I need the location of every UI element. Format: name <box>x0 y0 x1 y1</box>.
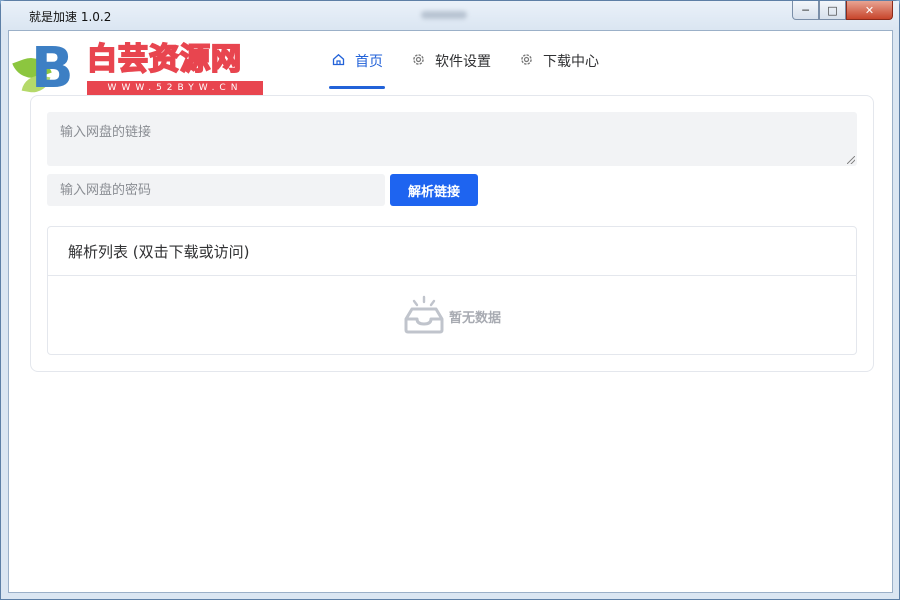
logo-text: 白芸资源网 <box>86 42 242 78</box>
client-area: B 白芸资源网 WWW.52BYW.CN 首页 软件设置 下载中心 输入网盘的链… <box>8 30 893 593</box>
parse-link-button[interactable]: 解析链接 <box>390 174 478 206</box>
home-card: 解析链接 解析列表 (双击下载或访问) <box>30 95 874 372</box>
resize-grip-icon[interactable] <box>847 156 855 164</box>
empty-inbox-icon <box>403 295 445 335</box>
tab-home[interactable]: 首页 <box>329 45 385 89</box>
parse-list-panel: 解析列表 (双击下载或访问) 暂无数据 <box>47 226 857 355</box>
minimize-button[interactable]: ─ <box>792 1 819 20</box>
gear-icon <box>519 53 533 69</box>
window-controls: ─ □ ✕ <box>792 1 893 20</box>
parse-list-title: 解析列表 (双击下载或访问) <box>48 227 856 276</box>
tab-download-center[interactable]: 下载中心 <box>517 45 601 77</box>
password-input[interactable] <box>47 174 385 206</box>
link-input[interactable] <box>47 112 857 166</box>
tab-settings-label: 软件设置 <box>435 54 491 70</box>
title-bar[interactable]: 就是加速 1.0.2 ─ □ ✕ <box>1 1 899 29</box>
logo-url: WWW.52BYW.CN <box>87 81 263 95</box>
logo-letter: B <box>31 36 74 101</box>
tab-home-label: 首页 <box>355 54 383 70</box>
maximize-button[interactable]: □ <box>819 1 846 20</box>
blurred-title-region <box>421 11 467 19</box>
empty-state: 暂无数据 <box>48 277 856 355</box>
home-icon <box>331 53 345 69</box>
window-resize-icon[interactable] <box>893 593 899 599</box>
empty-state-text: 暂无数据 <box>448 310 501 326</box>
tab-download-center-label: 下载中心 <box>543 54 599 70</box>
app-window: 就是加速 1.0.2 ─ □ ✕ B 白芸资源网 WWW.52BYW.CN 首页 <box>0 0 900 600</box>
tab-settings[interactable]: 软件设置 <box>409 45 493 77</box>
window-title: 就是加速 1.0.2 <box>29 10 112 24</box>
close-button[interactable]: ✕ <box>846 1 893 20</box>
main-tabs: 首页 软件设置 下载中心 <box>329 45 625 90</box>
watermark-logo: B 白芸资源网 WWW.52BYW.CN <box>12 36 263 101</box>
gear-icon <box>411 53 425 69</box>
